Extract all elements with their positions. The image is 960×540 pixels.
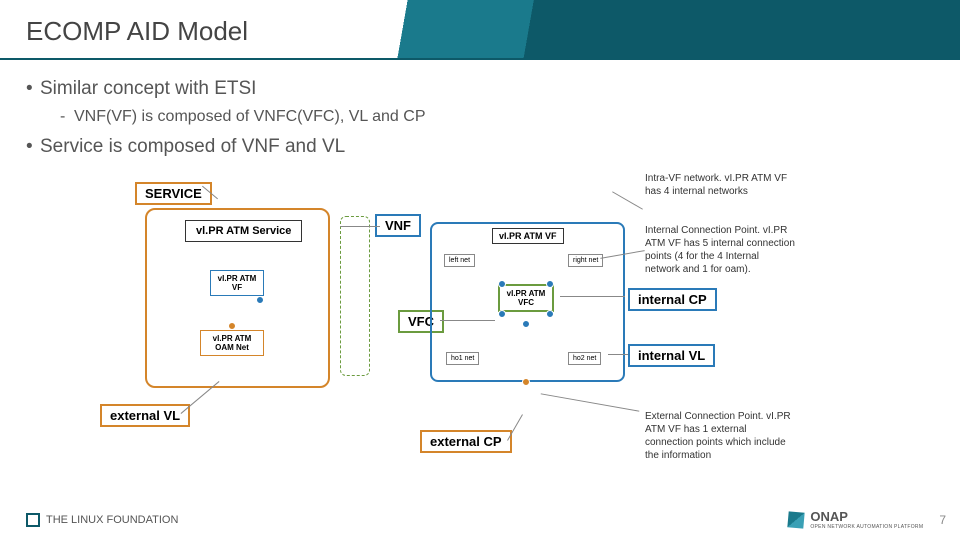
oam-net-box: vI.PR ATM OAM Net <box>200 330 264 356</box>
onap-cube-icon <box>788 511 805 528</box>
onap-text-wrap: ONAP OPEN NETWORK AUTOMATION PLATFORM <box>810 509 923 530</box>
label-external-cp: external CP <box>420 430 512 453</box>
diagram-area: SERVICE VNF VFC external VL external CP … <box>100 172 860 492</box>
arrow-note-extcp <box>541 393 640 411</box>
bullet-2: Service is composed of VNF and VL <box>26 136 934 158</box>
arrow-vfc <box>440 320 495 321</box>
title-underline <box>0 58 960 60</box>
service-name-box: vl.PR ATM Service <box>185 220 302 242</box>
net-ho1: ho1 net <box>446 352 479 365</box>
net-right: right net <box>568 254 603 267</box>
label-internal-vl: internal VL <box>628 344 715 367</box>
arrow-int-cp <box>560 296 625 297</box>
label-external-vl: external VL <box>100 404 190 427</box>
onap-logo: ONAP OPEN NETWORK AUTOMATION PLATFORM 7 <box>788 509 946 530</box>
onap-text: ONAP <box>810 509 923 524</box>
cp-dot-1 <box>256 296 264 304</box>
footer: THE LINUX FOUNDATION ONAP OPEN NETWORK A… <box>26 509 946 530</box>
vf-box-left: vI.PR ATM VF <box>210 270 264 296</box>
cp-int-4 <box>546 310 554 318</box>
bullet-1: Similar concept with ETSI <box>26 78 934 100</box>
net-ho2: ho2 net <box>568 352 601 365</box>
arrow-vnf <box>340 226 380 227</box>
note-internal-cp: Internal Connection Point. vI.PR ATM VF … <box>645 224 795 276</box>
note-intra-vf: Intra-VF network. vI.PR ATM VF has 4 int… <box>645 172 795 198</box>
content-area: Similar concept with ETSI VNF(VF) is com… <box>26 78 934 166</box>
lf-square-icon <box>26 513 40 527</box>
label-vnf: VNF <box>375 214 421 237</box>
cp-int-1 <box>498 280 506 288</box>
cp-int-3 <box>498 310 506 318</box>
lf-text: THE LINUX FOUNDATION <box>46 514 178 526</box>
arrow-ext-cp <box>507 414 523 440</box>
page-number: 7 <box>939 513 946 527</box>
cp-int-5 <box>522 320 530 328</box>
arrow-int-vl <box>608 354 628 355</box>
vf-title: vI.PR ATM VF <box>492 228 564 244</box>
note-external-cp: External Connection Point. vI.PR ATM VF … <box>645 410 795 462</box>
bullet-1-sub-1: VNF(VF) is composed of VNFC(VFC), VL and… <box>60 108 934 126</box>
dashed-connector <box>340 216 370 376</box>
onap-sub: OPEN NETWORK AUTOMATION PLATFORM <box>810 524 923 530</box>
label-internal-cp: internal CP <box>628 288 717 311</box>
cp-dot-2 <box>228 322 236 330</box>
net-left: left net <box>444 254 475 267</box>
vfc-box: vI.PR ATM VFC <box>498 284 554 312</box>
cp-int-2 <box>546 280 554 288</box>
cp-ext-1 <box>522 378 530 386</box>
slide-title: ECOMP AID Model <box>26 16 248 47</box>
linux-foundation-logo: THE LINUX FOUNDATION <box>26 513 178 527</box>
label-service: SERVICE <box>135 182 212 205</box>
arrow-note-intra <box>612 191 643 209</box>
